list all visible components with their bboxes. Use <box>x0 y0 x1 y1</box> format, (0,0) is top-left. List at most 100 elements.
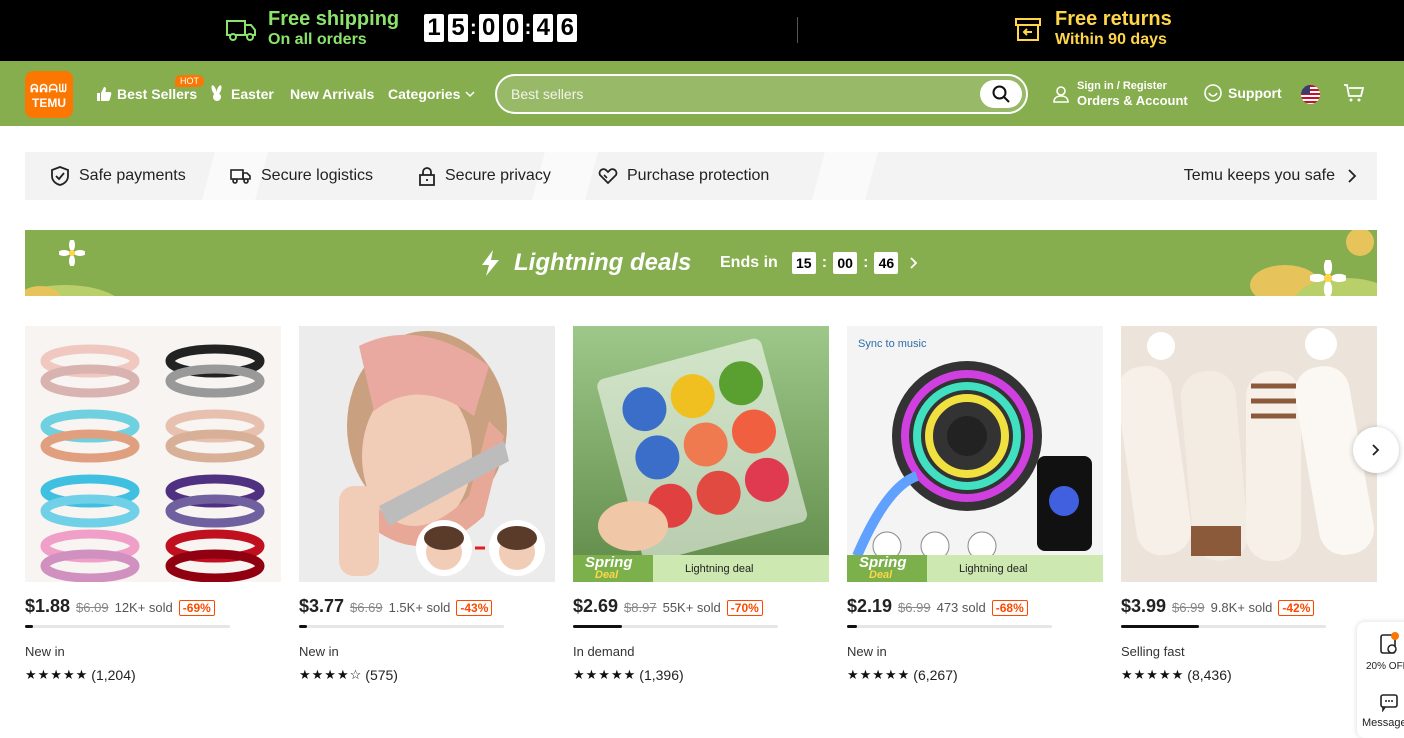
review-count: (1,396) <box>639 667 684 683</box>
chevron-right-icon <box>1348 169 1357 183</box>
sales-progress-fill <box>25 625 34 628</box>
search-input[interactable] <box>511 84 971 104</box>
best-sellers-label: Best Sellers <box>117 85 198 102</box>
product-rating: ★★★★★ (8,436) <box>1121 667 1377 683</box>
countdown-digit: 4 <box>533 14 554 42</box>
support-label: Support <box>1228 85 1282 101</box>
face-strap-image-icon <box>339 331 545 576</box>
free-shipping-title: Free shipping <box>268 8 400 30</box>
product-original-price: $8.97 <box>624 600 657 615</box>
sales-progress-fill <box>573 625 623 628</box>
thumbs-up-icon <box>97 86 112 101</box>
cart-icon <box>1344 84 1365 102</box>
product-image[interactable]: Sync to music Spring Deal Lightning deal <box>847 326 1103 582</box>
message-icon[interactable] <box>1379 692 1399 712</box>
countdown-digit: 1 <box>424 14 444 42</box>
product-discount-badge: -68% <box>991 600 1028 616</box>
lightning-deal-strip: Spring Deal Lightning deal <box>573 555 829 582</box>
sales-progress-fill <box>1121 625 1199 628</box>
daisy-icon <box>59 240 85 266</box>
secure-privacy-item[interactable]: Secure privacy <box>418 152 551 200</box>
product-rating: ★★★★☆ (575) <box>299 667 555 683</box>
ends-in-label: Ends in <box>720 254 778 271</box>
truck-icon <box>226 20 256 41</box>
sales-progress-bar <box>573 625 778 628</box>
nav-categories[interactable]: Categories <box>388 61 481 126</box>
product-card[interactable]: $1.88 $6.09 12K+ sold -69% New in ★★★★★ … <box>25 326 281 683</box>
sync-to-music-text: Sync to music <box>858 338 927 350</box>
countdown-hours: 15 <box>791 252 816 274</box>
categories-label: Categories <box>388 85 461 102</box>
us-flag-icon[interactable] <box>1301 85 1320 104</box>
free-returns-banner[interactable]: Free returns Within 90 days <box>1013 8 1172 50</box>
lightning-title-text: Lightning deals <box>514 249 692 276</box>
product-discount-badge: -70% <box>726 600 763 616</box>
product-card[interactable]: Sync to music Spring Deal Lightning deal … <box>847 326 1103 683</box>
product-image[interactable]: Spring Deal Lightning deal <box>573 326 829 582</box>
star-rating-icon: ★★★★★ <box>25 667 89 682</box>
temu-logo[interactable]: ᕱᕱᗩᗯ TEMU <box>25 71 73 118</box>
sales-progress-bar <box>1121 625 1326 628</box>
logo-text: TEMU <box>32 96 66 110</box>
free-returns-title: Free returns <box>1055 8 1172 30</box>
socks-image-icon <box>1121 328 1374 561</box>
safe-payments-item[interactable]: Safe payments <box>50 152 186 200</box>
spring-deal-label: Spring Deal <box>573 553 653 582</box>
promo-countdown: 1 5 : 0 0 : 4 6 <box>424 14 581 42</box>
cart-button[interactable] <box>1343 83 1365 108</box>
truck-icon <box>230 169 251 184</box>
product-card[interactable]: Spring Deal Lightning deal $2.69 $8.97 55… <box>573 326 829 683</box>
nav-new-arrivals[interactable]: New Arrivals <box>290 61 374 126</box>
search-button[interactable] <box>980 80 1022 108</box>
countdown-seconds: 46 <box>874 252 899 274</box>
new-arrivals-label: New Arrivals <box>290 85 375 102</box>
chevron-down-icon <box>465 90 475 97</box>
product-image[interactable] <box>25 326 281 582</box>
product-rating: ★★★★★ (1,204) <box>25 667 281 683</box>
purchase-protection-item[interactable]: Purchase protection <box>598 152 769 200</box>
countdown-minutes: 00 <box>833 252 858 274</box>
spring-text: Spring <box>859 553 907 571</box>
support-link[interactable]: Support <box>1203 83 1282 103</box>
account-menu[interactable]: Sign in / Register Orders & Account <box>1051 80 1188 108</box>
product-rating: ★★★★★ (6,267) <box>847 667 1103 683</box>
secure-logistics-item[interactable]: Secure logistics <box>230 152 373 200</box>
product-price: $3.99 <box>1121 596 1167 616</box>
countdown-digit: 0 <box>502 14 523 42</box>
sales-progress-bar <box>847 625 1052 628</box>
main-nav: ᕱᕱᗩᗯ TEMU Best Sellers HOT Easter New Ar… <box>0 61 1404 126</box>
hot-badge: HOT <box>175 75 204 87</box>
free-returns-subtitle: Within 90 days <box>1055 31 1167 48</box>
review-count: (575) <box>365 667 398 683</box>
sign-in-label: Sign in / Register <box>1077 80 1167 92</box>
star-rating-icon: ★★★★★ <box>1121 667 1185 682</box>
coupon-label[interactable]: 20% OFF <box>1366 661 1404 672</box>
temu-keeps-safe-link[interactable]: Temu keeps you safe <box>1184 152 1359 200</box>
carousel-next-button[interactable] <box>1353 427 1399 473</box>
product-card[interactable]: $3.99 $6.99 9.8K+ sold -42% Selling fast… <box>1121 326 1377 683</box>
secure-privacy-label: Secure privacy <box>445 167 551 184</box>
star-rating-icon: ★★★★★ <box>573 667 637 682</box>
sales-progress-bar <box>25 625 230 628</box>
product-discount-badge: -69% <box>178 600 215 616</box>
product-discount-badge: -43% <box>456 600 493 616</box>
spring-text: Spring <box>585 553 633 571</box>
product-tag: New in <box>25 644 65 659</box>
daisy-icon <box>1310 260 1346 296</box>
chevron-right-icon <box>910 257 918 269</box>
safe-payments-label: Safe payments <box>79 167 186 184</box>
star-rating-icon: ★★★★★ <box>847 667 911 682</box>
coupon-icon[interactable] <box>1379 632 1401 656</box>
flower-decoration-icon <box>1250 230 1377 296</box>
free-shipping-banner[interactable]: Free shipping On all orders <box>224 8 399 50</box>
product-card[interactable]: $3.77 $6.69 1.5K+ sold -43% New in ★★★★☆… <box>299 326 555 683</box>
lightning-deals-title: Lightning deals <box>480 230 691 296</box>
orders-account-label: Orders & Account <box>1077 93 1188 108</box>
lightning-deal-label: Lightning deal <box>685 562 754 575</box>
nav-easter[interactable]: Easter <box>209 61 274 126</box>
messages-label[interactable]: Messages <box>1362 717 1404 729</box>
product-image[interactable] <box>1121 326 1377 582</box>
product-image[interactable] <box>299 326 555 582</box>
lightning-deals-banner[interactable]: Lightning deals Ends in 15 : 00 : 46 <box>25 230 1377 296</box>
nav-best-sellers[interactable]: Best Sellers <box>96 61 197 126</box>
